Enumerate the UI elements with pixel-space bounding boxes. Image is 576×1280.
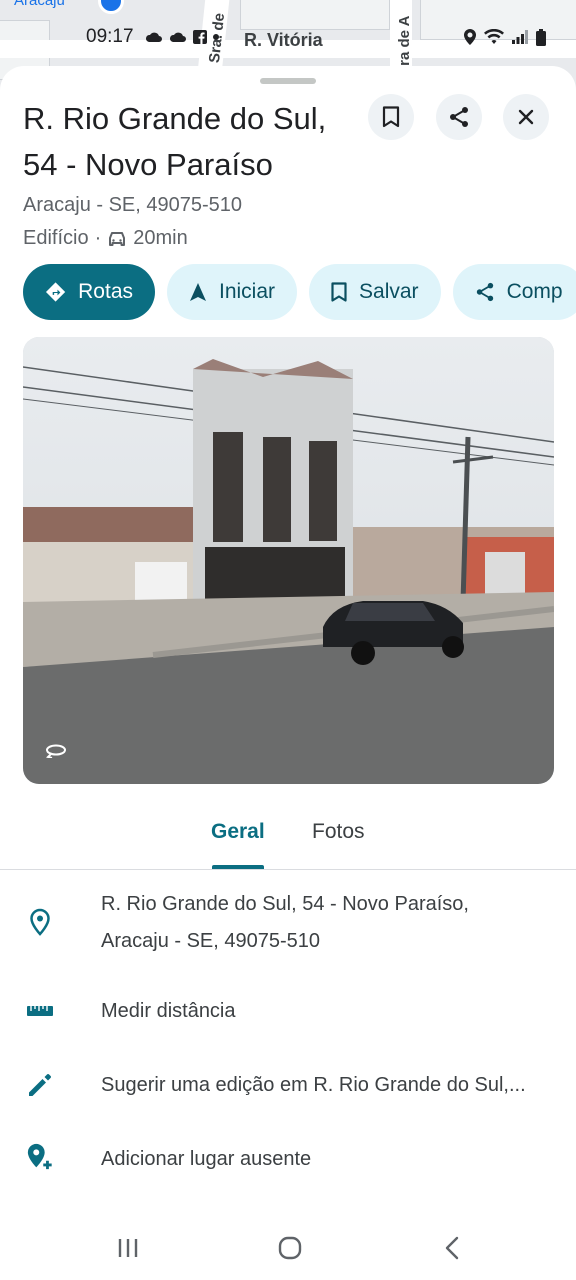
travel-time: 20min <box>133 227 188 249</box>
map-city-label: Aracaju <box>14 0 65 9</box>
location-icon <box>464 29 476 45</box>
add-place-row[interactable]: Adicionar lugar ausente <box>0 1141 576 1181</box>
home-button[interactable] <box>270 1232 310 1264</box>
back-icon <box>445 1236 459 1260</box>
ruler-icon <box>26 997 54 1025</box>
map-location-pin[interactable] <box>98 0 124 14</box>
save-header-button[interactable] <box>368 94 414 140</box>
place-meta: Edifício · 20min <box>23 227 188 250</box>
address-line1: R. Rio Grande do Sul, 54 - Novo Paraíso, <box>101 893 469 915</box>
directions-label: Rotas <box>78 280 133 303</box>
start-label: Iniciar <box>219 280 276 303</box>
suggest-edit-label: Sugerir uma edição em R. Rio Grande do S… <box>101 1074 526 1096</box>
place-title-line2: 54 - Novo Paraíso <box>23 147 273 182</box>
action-chips: Rotas Iniciar Salvar Comp <box>23 264 576 320</box>
close-icon <box>518 109 534 125</box>
system-navigation-bar <box>0 1220 576 1280</box>
status-bar: 09:17 <box>0 20 576 54</box>
add-location-icon <box>27 1143 52 1170</box>
measure-distance-row[interactable]: Medir distância <box>0 993 576 1033</box>
measure-distance-label: Medir distância <box>101 1000 236 1022</box>
share-header-button[interactable] <box>436 94 482 140</box>
tab-fotos[interactable]: Fotos <box>312 820 365 844</box>
street-view-image <box>23 337 554 784</box>
address-text: R. Rio Grande do Sul, 54 - Novo Paraíso,… <box>101 886 561 960</box>
ruler-icon <box>27 1006 53 1016</box>
place-title: R. Rio Grande do Sul, 54 - Novo Paraíso <box>23 96 363 188</box>
meta-separator: · <box>94 227 102 249</box>
tab-divider <box>0 869 576 870</box>
location-pin-icon <box>30 908 50 936</box>
cloud-icon <box>169 32 186 42</box>
pencil-icon <box>29 1074 51 1096</box>
back-button[interactable] <box>432 1232 472 1264</box>
navigation-arrow-icon <box>190 283 206 301</box>
home-icon <box>278 1236 302 1260</box>
bookmark-icon <box>382 106 400 128</box>
system-icons <box>464 28 546 46</box>
suggest-edit-row[interactable]: Sugerir uma edição em R. Rio Grande do S… <box>0 1067 576 1107</box>
save-label: Salvar <box>359 280 419 303</box>
directions-button[interactable]: Rotas <box>23 264 155 320</box>
dot-icon <box>213 34 219 40</box>
street-view-photo[interactable] <box>23 337 554 784</box>
close-button[interactable] <box>503 94 549 140</box>
sheet-drag-handle[interactable] <box>260 78 316 84</box>
signal-icon <box>512 30 528 44</box>
wifi-icon <box>484 29 504 44</box>
street-view-rotate-icon[interactable] <box>45 744 67 758</box>
tab-geral[interactable]: Geral <box>211 820 265 844</box>
facebook-icon <box>193 30 207 44</box>
tab-bar: Geral Fotos <box>0 806 576 870</box>
cloud-icon <box>145 32 162 42</box>
car-icon <box>109 231 126 246</box>
add-place-label: Adicionar lugar ausente <box>101 1148 312 1170</box>
share-button[interactable]: Comp <box>452 264 576 320</box>
save-button[interactable]: Salvar <box>309 264 441 320</box>
pencil-icon <box>26 1071 54 1099</box>
recent-apps-icon <box>118 1239 138 1257</box>
share-icon <box>450 107 468 127</box>
place-type: Edifício <box>23 227 89 249</box>
address-line2: Aracaju - SE, 49075-510 <box>101 930 321 952</box>
location-pin-icon <box>26 908 54 936</box>
bookmark-icon <box>331 282 347 302</box>
share-icon <box>476 282 493 302</box>
place-title-line1: R. Rio Grande do Sul, <box>23 101 327 136</box>
recent-apps-button[interactable] <box>108 1232 148 1264</box>
directions-icon <box>45 282 66 302</box>
share-label: Comp <box>506 280 563 303</box>
status-time: 09:17 <box>86 26 134 47</box>
add-location-icon <box>26 1143 54 1171</box>
address-row[interactable]: R. Rio Grande do Sul, 54 - Novo Paraíso,… <box>0 886 576 966</box>
place-sheet: R. Rio Grande do Sul, 54 - Novo Paraíso … <box>0 66 576 1280</box>
battery-icon <box>536 28 546 46</box>
notification-icons <box>145 30 219 44</box>
start-button[interactable]: Iniciar <box>167 264 298 320</box>
place-address-subtitle: Aracaju - SE, 49075-510 <box>23 194 243 216</box>
